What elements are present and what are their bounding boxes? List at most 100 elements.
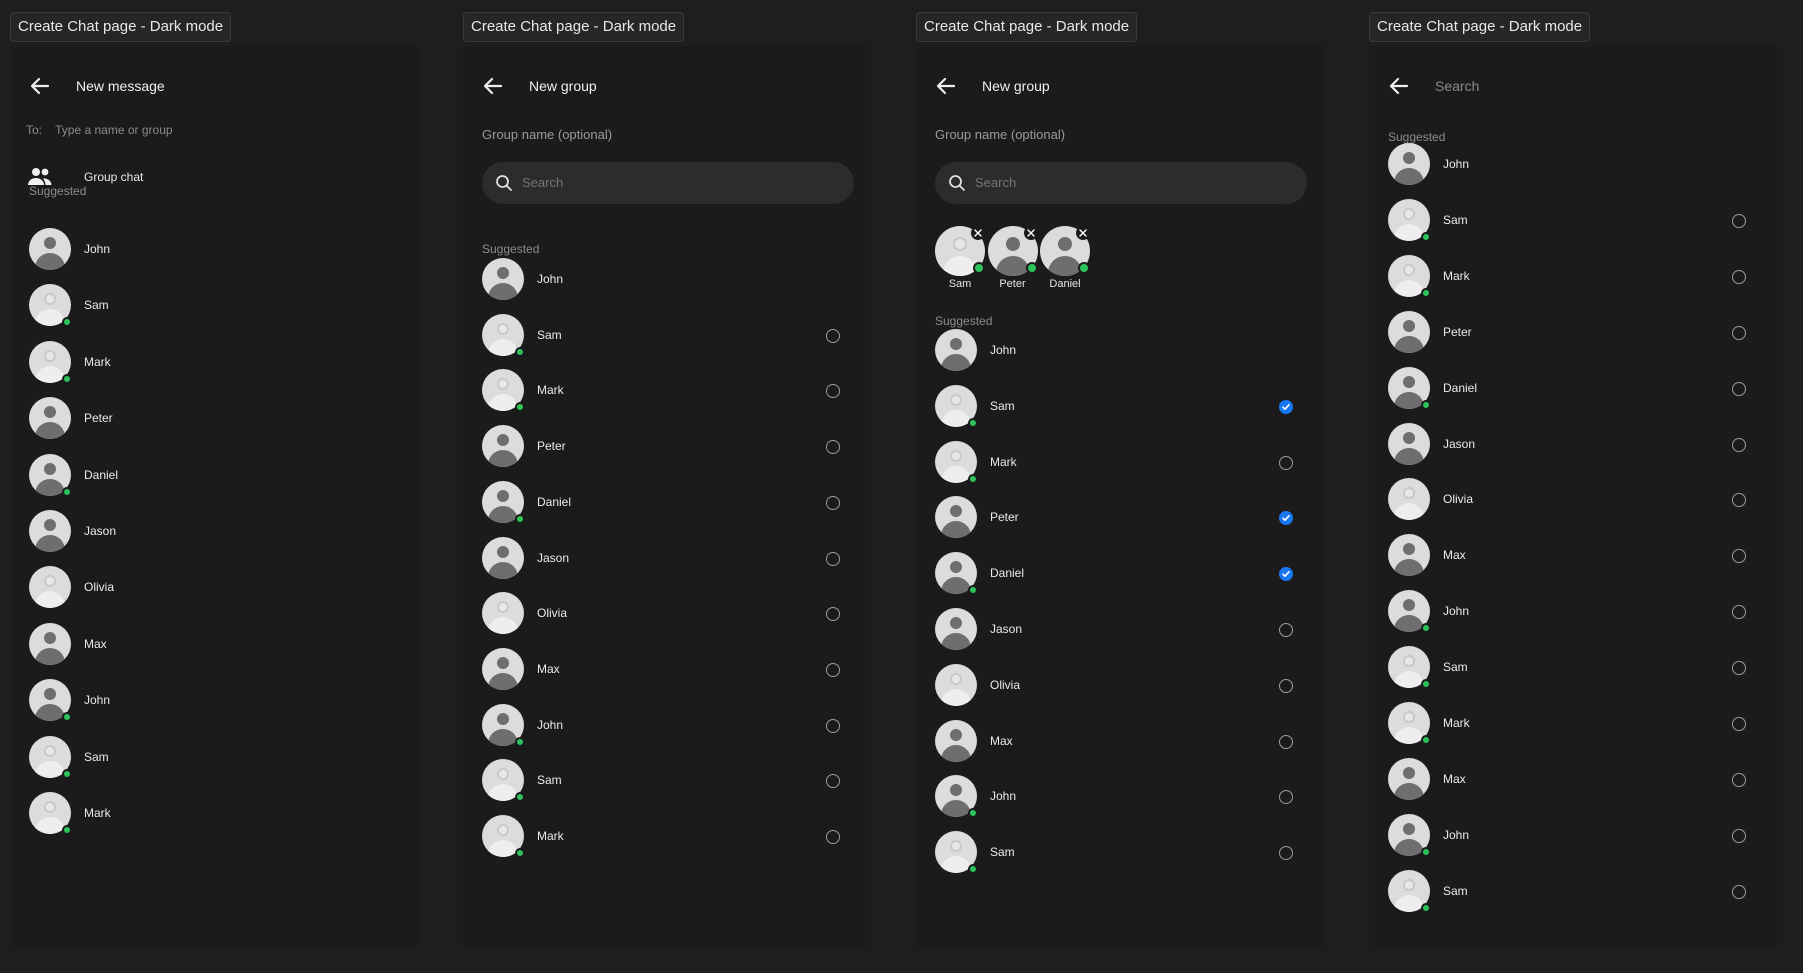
select-radio[interactable] (826, 384, 840, 399)
contact-row[interactable]: John (935, 328, 1307, 372)
contact-row[interactable]: Mark (1388, 254, 1760, 298)
contact-row[interactable]: Peter (482, 424, 854, 468)
select-radio[interactable] (826, 495, 840, 510)
contact-row[interactable]: Sam (1388, 645, 1760, 690)
selected-radio[interactable] (1279, 567, 1293, 582)
selected-member-chip[interactable]: Peter (987, 226, 1040, 296)
contact-row[interactable]: John (482, 257, 854, 301)
select-radio[interactable] (1732, 828, 1746, 843)
contact-row[interactable]: Daniel (1388, 366, 1760, 410)
select-radio[interactable] (1732, 437, 1746, 452)
remove-icon[interactable] (1023, 226, 1038, 240)
contact-row[interactable]: Max (482, 647, 854, 691)
contact-row[interactable]: Peter (935, 495, 1307, 539)
contact-row[interactable]: Jason (1388, 422, 1760, 466)
select-radio[interactable] (1732, 269, 1746, 284)
contact-name: Daniel (1443, 380, 1478, 395)
select-radio[interactable] (826, 551, 840, 566)
contact-row[interactable]: Sam (935, 384, 1307, 428)
contact-row[interactable]: John (1388, 589, 1760, 634)
contact-row[interactable]: Mark (29, 791, 401, 835)
group-name-field[interactable]: Group name (optional) (935, 127, 1065, 142)
page-title: New message (76, 78, 165, 94)
contact-row[interactable]: John (1388, 813, 1760, 857)
search-field[interactable]: Search (1435, 66, 1479, 106)
contact-row[interactable]: Mark (482, 814, 854, 858)
search-input[interactable] (975, 162, 1275, 204)
contact-row[interactable]: Max (29, 622, 401, 666)
search-bar[interactable] (482, 162, 854, 204)
select-radio[interactable] (1279, 790, 1293, 805)
back-arrow-icon[interactable] (1387, 74, 1411, 98)
contact-name: Jason (990, 622, 1023, 636)
contact-row[interactable]: Max (935, 719, 1307, 763)
select-radio[interactable] (1279, 455, 1293, 470)
select-radio[interactable] (1732, 381, 1746, 396)
group-name-field[interactable]: Group name (optional) (482, 127, 612, 142)
select-radio[interactable] (1279, 734, 1293, 749)
select-radio[interactable] (1732, 717, 1746, 731)
search-input[interactable] (522, 162, 822, 204)
contact-row[interactable]: John (1388, 142, 1760, 186)
back-arrow-icon[interactable] (28, 74, 52, 98)
selected-radio[interactable] (1279, 511, 1293, 526)
contact-row[interactable]: Peter (1388, 310, 1760, 354)
contact-row[interactable]: Sam (482, 313, 854, 357)
contact-row[interactable]: John (29, 227, 401, 271)
contact-row[interactable]: Mark (935, 440, 1307, 484)
select-radio[interactable] (1732, 661, 1746, 676)
contact-row[interactable]: Jason (29, 509, 401, 553)
to-field[interactable]: To: Type a name or group (26, 118, 173, 142)
contact-row[interactable]: Olivia (482, 591, 854, 635)
contact-row[interactable]: Peter (29, 396, 401, 440)
select-radio[interactable] (1732, 605, 1746, 620)
contact-row[interactable]: John (29, 678, 401, 723)
select-radio[interactable] (826, 662, 840, 677)
contact-row[interactable]: Daniel (29, 453, 401, 497)
contact-row[interactable]: Max (1388, 757, 1760, 801)
to-input-placeholder[interactable]: Type a name or group (55, 123, 172, 137)
contact-row[interactable]: Mark (29, 340, 401, 384)
select-radio[interactable] (1732, 884, 1746, 899)
contact-row[interactable]: Jason (482, 536, 854, 580)
contact-row[interactable]: Olivia (935, 663, 1307, 707)
contact-row[interactable]: Olivia (29, 565, 401, 609)
back-arrow-icon[interactable] (934, 74, 958, 98)
contact-row[interactable]: John (482, 703, 854, 747)
contact-row[interactable]: Mark (1388, 701, 1760, 745)
contact-row[interactable]: Sam (935, 830, 1307, 875)
contact-row[interactable]: Sam (29, 283, 401, 328)
contact-row[interactable]: Jason (935, 607, 1307, 651)
contact-row[interactable]: Sam (1388, 869, 1760, 913)
contact-row[interactable]: Max (1388, 533, 1760, 577)
select-radio[interactable] (1732, 549, 1746, 564)
remove-icon[interactable] (1076, 226, 1090, 240)
select-radio[interactable] (826, 774, 840, 789)
selected-radio[interactable] (1279, 399, 1293, 414)
select-radio[interactable] (826, 718, 840, 733)
select-radio[interactable] (1732, 213, 1746, 228)
select-radio[interactable] (826, 440, 840, 455)
remove-icon[interactable] (971, 226, 985, 240)
selected-member-chip[interactable]: Daniel (1040, 226, 1092, 296)
contact-row[interactable]: Sam (482, 758, 854, 803)
select-radio[interactable] (1279, 678, 1293, 693)
contact-row[interactable]: Daniel (482, 480, 854, 524)
contact-row[interactable]: Daniel (935, 551, 1307, 596)
select-radio[interactable] (826, 328, 840, 343)
select-radio[interactable] (1732, 493, 1746, 508)
contact-row[interactable]: Mark (482, 368, 854, 413)
select-radio[interactable] (826, 607, 840, 622)
contact-row[interactable]: Sam (1388, 198, 1760, 242)
select-radio[interactable] (826, 830, 840, 844)
back-arrow-icon[interactable] (481, 74, 505, 98)
selected-member-chip[interactable]: Sam (935, 226, 987, 296)
search-bar[interactable] (935, 162, 1307, 204)
contact-row[interactable]: John (935, 774, 1307, 819)
select-radio[interactable] (1732, 325, 1746, 340)
select-radio[interactable] (1732, 772, 1746, 787)
contact-row[interactable]: Olivia (1388, 477, 1760, 521)
select-radio[interactable] (1279, 846, 1293, 861)
contact-row[interactable]: Sam (29, 735, 401, 779)
select-radio[interactable] (1279, 623, 1293, 637)
